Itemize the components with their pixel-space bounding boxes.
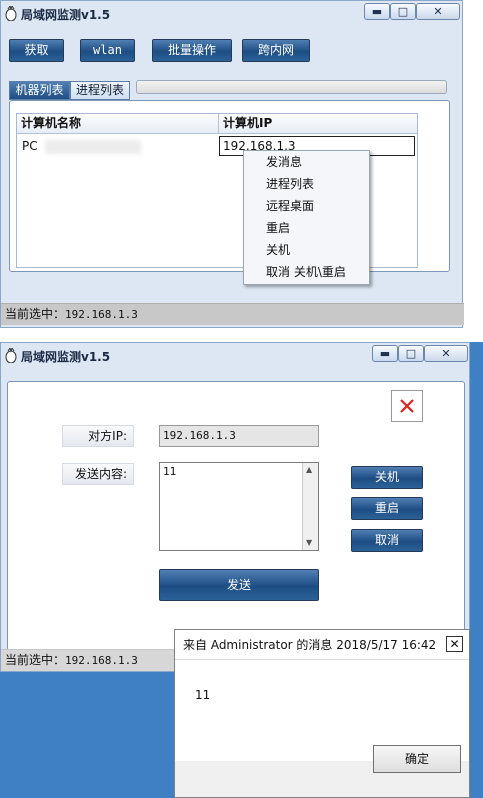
window-title: 局域网监测v1.5 [21,8,111,22]
send-button[interactable]: 发送 [159,569,319,601]
minimize-button-2[interactable]: ▬ [372,345,398,362]
content-label: 发送内容: [62,463,134,485]
progress-bar [136,80,447,94]
column-header-name[interactable]: 计算机名称 [17,114,219,134]
title-bar-2[interactable]: 局域网监测v1.5 ▬ □ ✕ [1,343,469,369]
menu-item-send-message[interactable]: 发消息 [244,151,369,173]
redacted-name [45,140,141,154]
scroll-up-icon[interactable]: ▲ [306,465,312,474]
menu-item-shutdown[interactable]: 关机 [244,239,369,261]
content-scrollbar[interactable]: ▲ ▼ [302,463,318,550]
title-bar[interactable]: 局域网监测v1.5 ▬ □ ✕ [1,1,462,27]
maximize-button-2[interactable]: □ [398,345,424,362]
wlan-button[interactable]: wlan [80,39,135,62]
fetch-button[interactable]: 获取 [9,39,64,62]
close-button[interactable]: ✕ [416,3,460,20]
tab-process-list[interactable]: 进程列表 [70,81,130,100]
main-window: 局域网监测v1.5 ▬ □ ✕ 获取 wlan 批量操作 跨内网 机器列表 进程… [0,0,464,328]
window-title-2: 局域网监测v1.5 [21,350,111,364]
cross-network-button[interactable]: 跨内网 [242,39,310,62]
tab-machine-list[interactable]: 机器列表 [9,81,70,100]
message-form-panel: 对方IP: 192.168.1.3 发送内容: 11 ▲ ▼ 关机 重启 取消 … [7,381,465,651]
close-button-2[interactable]: ✕ [424,345,468,362]
dialog-close-icon[interactable]: ✕ [446,636,463,652]
ip-label: 对方IP: [62,425,134,447]
status-label-2: 当前选中： [5,653,66,667]
dialog-title: 来自 Administrator 的消息 2018/5/17 16:42 [175,630,469,660]
batch-operation-button[interactable]: 批量操作 [152,39,232,62]
context-menu: 发消息 进程列表 远程桌面 重启 关机 取消 关机\重启 [243,150,370,285]
cell-computer-name: PC [22,139,38,153]
menu-item-process-list[interactable]: 进程列表 [244,173,369,195]
send-message-window: 局域网监测v1.5 ▬ □ ✕ 对方IP: 192.168.1.3 发送内容: … [0,342,470,672]
message-content-input[interactable]: 11 [159,462,319,551]
status-value: 192.168.1.3 [65,308,138,321]
cancel-button[interactable]: 取消 [351,529,423,552]
status-bar: 当前选中：192.168.1.3 [1,303,464,325]
list-panel: 计算机名称 计算机IP PC 192.168.1.3 [9,100,450,272]
close-form-icon[interactable] [391,390,423,422]
minimize-button[interactable]: ▬ [364,3,390,20]
status-label: 当前选中： [5,307,66,321]
maximize-button[interactable]: □ [390,3,416,20]
message-dialog: 来自 Administrator 的消息 2018/5/17 16:42 ✕ 1… [174,629,470,798]
column-header-ip[interactable]: 计算机IP [219,114,417,134]
ok-button[interactable]: 确定 [373,745,461,773]
app-icon [5,6,17,21]
scroll-down-icon[interactable]: ▼ [306,538,312,547]
dialog-message-text: 11 [195,688,211,702]
menu-item-cancel-shutdown[interactable]: 取消 关机\重启 [244,261,369,283]
status-value-2: 192.168.1.3 [65,654,138,667]
menu-item-restart[interactable]: 重启 [244,217,369,239]
menu-item-remote-desktop[interactable]: 远程桌面 [244,195,369,217]
ip-field[interactable]: 192.168.1.3 [159,425,319,447]
app-icon-2 [5,348,17,363]
shutdown-button[interactable]: 关机 [351,466,423,489]
restart-button[interactable]: 重启 [351,497,423,520]
